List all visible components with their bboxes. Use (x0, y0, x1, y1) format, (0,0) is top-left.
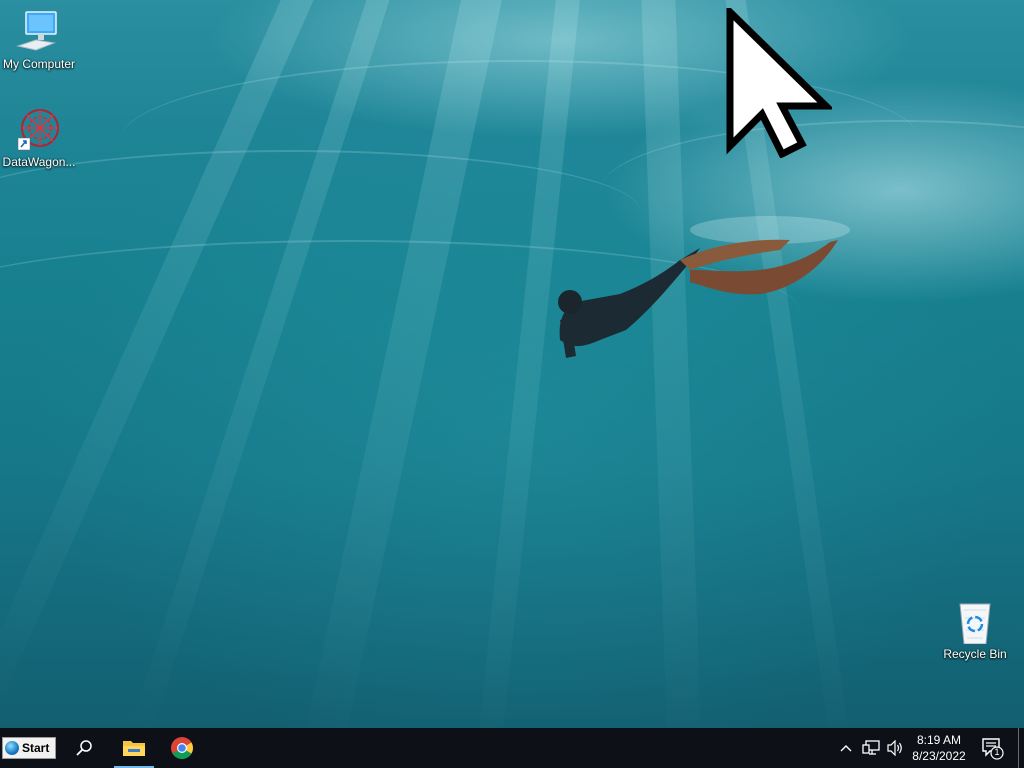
taskbar: Start 8:19 AM 8/23/2022 1 (0, 728, 1024, 768)
desktop-icon-label: My Computer (2, 57, 76, 71)
volume-tray-button[interactable] (884, 738, 906, 758)
folder-icon (123, 741, 145, 756)
show-desktop-button[interactable] (1018, 728, 1024, 768)
recycle-bin-icon (952, 600, 998, 645)
speaker-icon (887, 740, 902, 756)
search-icon (76, 740, 92, 756)
computer-icon (16, 10, 62, 54)
desktop-icon-datawagon[interactable]: DataWagon... (0, 108, 78, 169)
file-explorer-button[interactable] (114, 728, 154, 768)
desktop[interactable]: My Computer DataWagon... Recycle Bin (0, 0, 1024, 728)
search-button[interactable] (64, 728, 104, 768)
network-icon (862, 740, 880, 755)
desktop-icon-recycle-bin[interactable]: Recycle Bin (936, 600, 1014, 661)
windows-orb-icon (5, 741, 19, 755)
chevron-up-icon (840, 745, 852, 752)
desktop-icon-my-computer[interactable]: My Computer (0, 10, 78, 71)
swimmer-image (558, 216, 850, 358)
show-hidden-icons-button[interactable] (838, 738, 854, 758)
desktop-icon-label: Recycle Bin (943, 647, 1007, 661)
mouse-cursor-icon (726, 8, 832, 158)
start-button[interactable]: Start (2, 737, 56, 759)
notification-count: 1 (994, 747, 1000, 757)
clock-date: 8/23/2022 (912, 749, 966, 763)
clock[interactable]: 8:19 AM 8/23/2022 (906, 732, 972, 764)
start-label: Start (22, 741, 50, 755)
clock-time: 8:19 AM (916, 733, 962, 747)
chrome-icon (171, 737, 193, 759)
datawagon-icon (16, 108, 62, 152)
desktop-icon-label: DataWagon... (2, 155, 76, 169)
action-center-button[interactable]: 1 (980, 736, 1004, 760)
network-tray-button[interactable] (860, 738, 882, 758)
chrome-button[interactable] (162, 728, 202, 768)
